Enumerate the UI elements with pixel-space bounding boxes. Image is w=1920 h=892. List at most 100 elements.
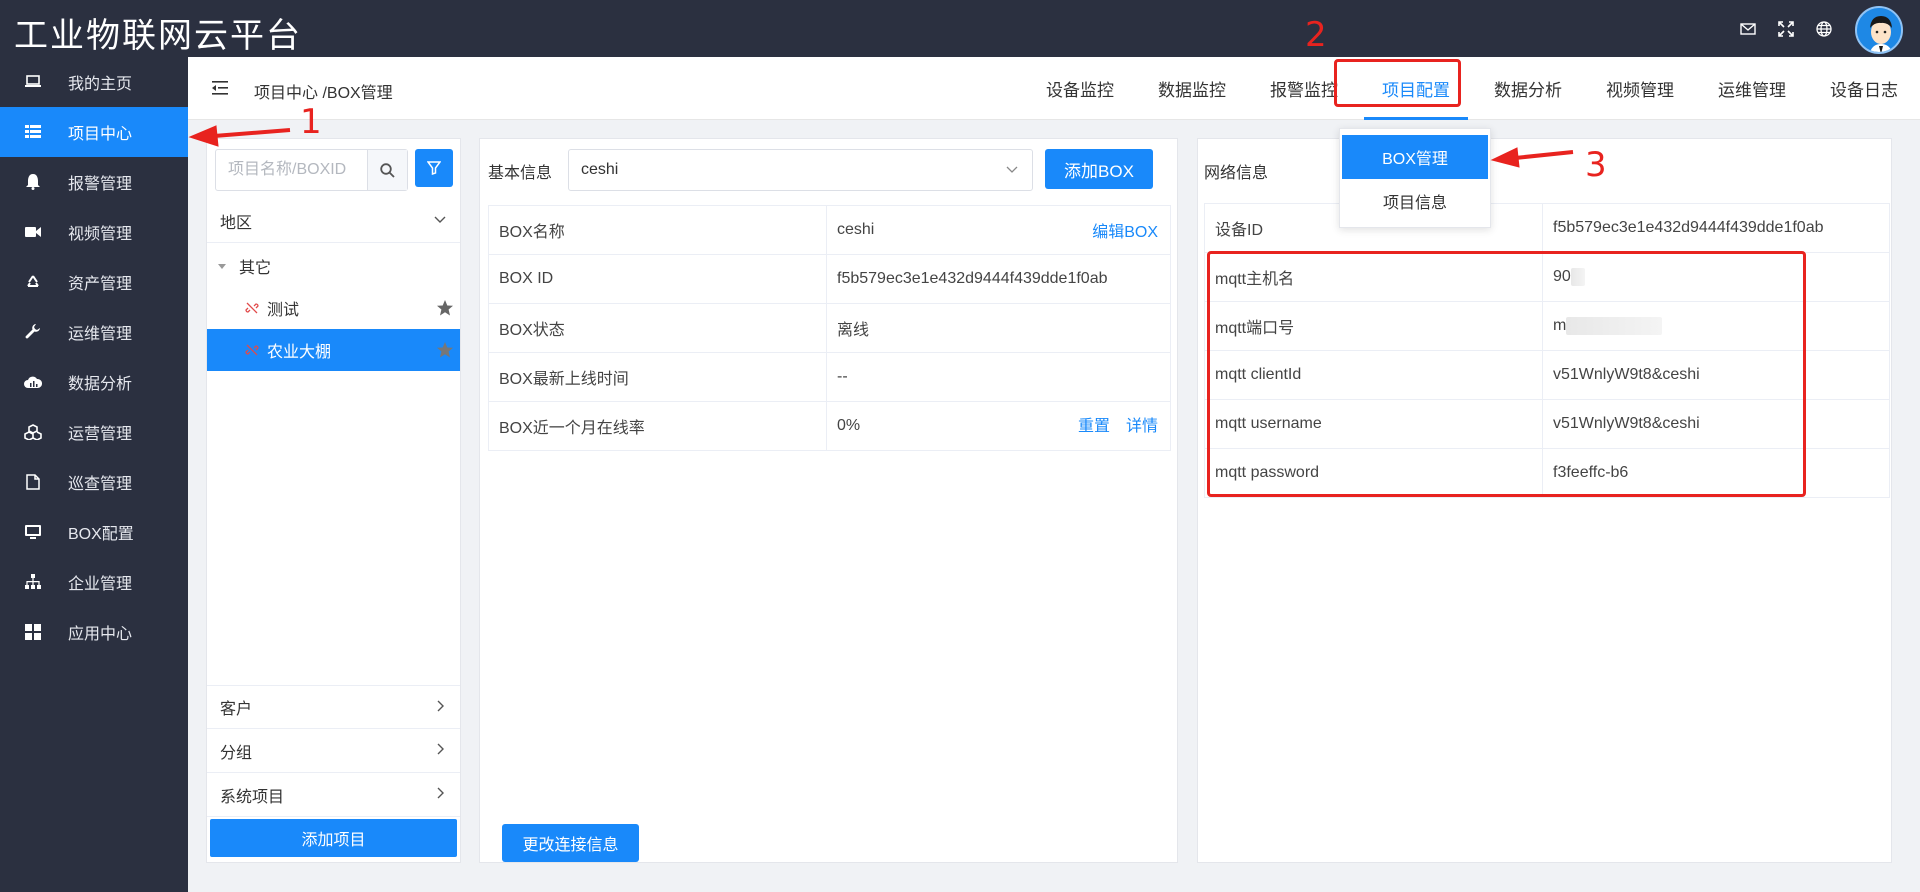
cubes-icon [24, 423, 42, 441]
app-title: 工业物联网云平台 [14, 16, 302, 56]
annotation-number-1: 1 [300, 102, 322, 142]
row-key: mqtt username [1204, 399, 1543, 449]
customer-section[interactable]: 客户 [207, 685, 460, 729]
sidebar-item-inspection[interactable]: 巡查管理 [0, 457, 188, 507]
row-value: -- [826, 352, 1171, 402]
sidebar-item-operations[interactable]: 运营管理 [0, 407, 188, 457]
sidebar-item-label: 报警管理 [68, 176, 133, 193]
table-row: mqtt端口号 m [1204, 301, 1890, 351]
row-value: f3feeffc-b6 [1542, 448, 1890, 498]
annotation-number-3: 3 [1585, 145, 1607, 185]
filter-icon [427, 161, 441, 175]
sidebar-item-home[interactable]: 我的主页 [0, 57, 188, 107]
bell-icon [24, 173, 42, 191]
sidebar-item-app-center[interactable]: 应用中心 [0, 607, 188, 657]
tree-node-label: 测试 [267, 302, 300, 319]
tree-node-greenhouse[interactable]: 农业大棚 [207, 329, 460, 371]
mail-icon[interactable] [1740, 21, 1756, 37]
tab-project-config[interactable]: 项目配置 [1360, 57, 1472, 120]
section-label: 分组 [220, 744, 253, 762]
tree-group-other[interactable]: 其它 [207, 245, 460, 287]
row-value: v51WnlyW9t8&ceshi [1542, 399, 1890, 449]
network-info-panel: 网络信息 设备ID f5b579ec3e1e432d9444f439dde1f0… [1197, 138, 1892, 863]
tab-ops-manage[interactable]: 运维管理 [1696, 57, 1808, 120]
fullscreen-icon[interactable] [1778, 21, 1794, 37]
search-input[interactable] [216, 150, 366, 190]
tab-alarm-monitor[interactable]: 报警监控 [1248, 57, 1360, 120]
basic-info-label: 基本信息 [488, 165, 553, 182]
wrench-icon [24, 323, 42, 341]
edit-box-link[interactable]: 编辑BOX [1092, 218, 1158, 242]
row-value: 90 [1553, 268, 1571, 286]
row-key: BOX ID [488, 254, 827, 304]
reset-link[interactable]: 重置 [1078, 412, 1110, 436]
table-row: mqtt password f3feeffc-b6 [1204, 448, 1890, 498]
add-box-button[interactable]: 添加BOX [1045, 149, 1153, 189]
tree-node-label: 农业大棚 [267, 344, 332, 361]
table-row: mqtt username v51WnlyW9t8&ceshi [1204, 399, 1890, 449]
grid-icon [24, 623, 42, 641]
sidebar-item-label: 我的主页 [68, 76, 133, 93]
tab-device-monitor[interactable]: 设备监控 [1024, 57, 1136, 120]
sidebar-item-project-center[interactable]: 项目中心 [0, 107, 188, 157]
document-icon [24, 473, 42, 491]
tab-data-analysis[interactable]: 数据分析 [1472, 57, 1584, 120]
row-value: f5b579ec3e1e432d9444f439dde1f0ab [1542, 203, 1890, 253]
tab-video-manage[interactable]: 视频管理 [1584, 57, 1696, 120]
dropdown-item-box-manage[interactable]: BOX管理 [1342, 135, 1488, 179]
menu-fold-icon[interactable] [212, 81, 228, 95]
row-value: ceshi [837, 221, 875, 238]
tree-node-test[interactable]: 测试 [207, 287, 460, 329]
sidebar-item-box-config[interactable]: BOX配置 [0, 507, 188, 557]
system-project-section[interactable]: 系统项目 [207, 773, 460, 817]
search-button[interactable] [367, 150, 407, 190]
row-value-cell: ceshi 编辑BOX [826, 205, 1171, 255]
video-icon [24, 223, 42, 241]
chevron-down-icon [434, 216, 446, 223]
row-key: BOX状态 [488, 303, 827, 353]
header-bar: 项目中心 /BOX管理 设备监控 数据监控 报警监控 项目配置 数据分析 视频管… [188, 57, 1920, 120]
star-icon[interactable] [436, 299, 454, 317]
sidebar-item-alarm[interactable]: 报警管理 [0, 157, 188, 207]
network-info-table: 设备ID f5b579ec3e1e432d9444f439dde1f0ab mq… [1204, 203, 1890, 498]
search-icon [380, 162, 395, 178]
row-value: v51WnlyW9t8&ceshi [1542, 350, 1890, 400]
sidebar-item-assets[interactable]: 资产管理 [0, 257, 188, 307]
box-select[interactable]: ceshi [568, 149, 1033, 191]
sidebar-item-ops[interactable]: 运维管理 [0, 307, 188, 357]
star-icon[interactable] [436, 341, 454, 359]
table-row: BOX名称 ceshi 编辑BOX [488, 205, 1171, 255]
row-value-cell: m [1542, 301, 1890, 351]
table-row: 设备ID f5b579ec3e1e432d9444f439dde1f0ab [1204, 203, 1890, 253]
row-key: mqtt端口号 [1204, 301, 1543, 351]
change-connection-button[interactable]: 更改连接信息 [502, 824, 639, 862]
sidebar-item-video[interactable]: 视频管理 [0, 207, 188, 257]
add-project-button[interactable]: 添加项目 [210, 819, 457, 857]
basic-info-table: BOX名称 ceshi 编辑BOX BOX ID f5b579ec3e1e432… [488, 205, 1171, 451]
tab-device-log[interactable]: 设备日志 [1808, 57, 1920, 120]
section-label: 系统项目 [220, 788, 285, 806]
sidebar-item-label: 项目中心 [68, 126, 133, 143]
sidebar-item-enterprise[interactable]: 企业管理 [0, 557, 188, 607]
sidebar-item-data-analysis[interactable]: 数据分析 [0, 357, 188, 407]
row-value: 0% [837, 417, 861, 434]
avatar[interactable] [1855, 6, 1903, 54]
chevron-right-icon [437, 787, 444, 799]
group-section[interactable]: 分组 [207, 729, 460, 773]
sidebar: 我的主页 项目中心 报警管理 视频管理 资产管理 运维管理 数据分析 运营管理 … [0, 57, 188, 892]
sidebar-item-label: 运维管理 [68, 326, 133, 343]
region-section[interactable]: 地区 [207, 199, 460, 243]
org-chart-icon [24, 573, 42, 591]
filter-button[interactable] [415, 149, 453, 187]
sidebar-item-label: 运营管理 [68, 426, 133, 443]
sidebar-item-label: 巡查管理 [68, 476, 133, 493]
monitor-icon [24, 523, 42, 541]
dropdown-item-project-info[interactable]: 项目信息 [1340, 179, 1490, 223]
breadcrumb: 项目中心 /BOX管理 [254, 85, 393, 102]
link-off-icon [245, 302, 259, 314]
row-key: mqtt主机名 [1204, 252, 1543, 302]
tab-data-monitor[interactable]: 数据监控 [1136, 57, 1248, 120]
sidebar-item-label: 资产管理 [68, 276, 133, 293]
globe-icon[interactable] [1816, 21, 1832, 37]
detail-link[interactable]: 详情 [1126, 412, 1158, 436]
